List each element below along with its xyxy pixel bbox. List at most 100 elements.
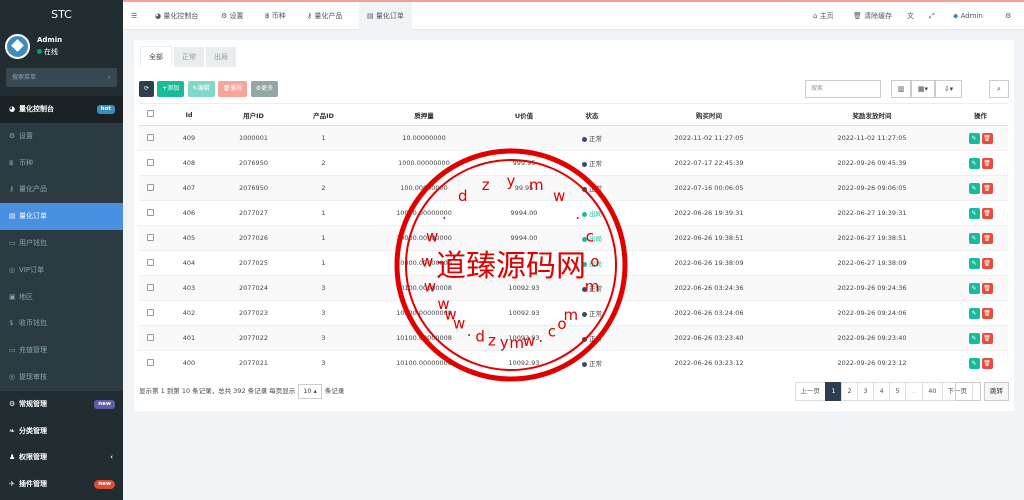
- delete-row-button[interactable]: 🗑: [981, 282, 993, 294]
- table-row[interactable]: 408 2076950 2 1000.00000000 999.95 正常 2022-07-…: [139, 150, 1008, 176]
- prev-page-button[interactable]: 上一页: [794, 382, 827, 401]
- export-icon[interactable]: ⇩▾: [935, 80, 962, 98]
- column-header[interactable]: U价值: [491, 103, 557, 126]
- sidebar-item[interactable]: ⚙ 常规管理 new: [0, 391, 123, 418]
- language-icon[interactable]: 文: [907, 2, 914, 30]
- sidebar-item[interactable]: ⚙ 设置: [0, 122, 123, 150]
- table-row[interactable]: 401 2077022 3 10100.00000008 10092.93 正常 2022-…: [139, 325, 1008, 351]
- edit-row-button[interactable]: ✎: [968, 357, 980, 369]
- tab-products[interactable]: ⚷ 量化产品: [307, 2, 342, 30]
- table-row[interactable]: 400 2077021 3 10100.00000008 10092.93 正常 2022-…: [139, 350, 1008, 376]
- page-button[interactable]: 5: [889, 382, 907, 401]
- sidebar-item[interactable]: ✈ 插件管理 new: [0, 471, 123, 498]
- tab-dashboard[interactable]: ◕ 量化控制台: [155, 2, 198, 30]
- sidebar-item[interactable]: ฿ 币种: [0, 149, 123, 177]
- sidebar-item[interactable]: ▤ 量化订单: [0, 203, 123, 230]
- sidebar-item[interactable]: ⚷ 量化产品: [0, 176, 123, 204]
- page-jump-input[interactable]: [955, 382, 981, 401]
- edit-row-button[interactable]: ✎: [968, 182, 980, 194]
- edit-button[interactable]: ✎编辑: [187, 81, 215, 97]
- delete-row-button[interactable]: 🗑: [981, 207, 993, 219]
- table-row[interactable]: 409 1000001 1 10.00000000 正常 2022-11-02 11:27…: [139, 125, 1008, 151]
- table-row[interactable]: 405 2077026 1 10000.00000000 9994.00 出局 2022-0…: [139, 225, 1008, 251]
- delete-row-button[interactable]: 🗑: [981, 307, 993, 319]
- select-all-checkbox[interactable]: [146, 110, 154, 117]
- page-jump-button[interactable]: 跳转: [984, 382, 1009, 401]
- row-checkbox[interactable]: [146, 133, 154, 141]
- column-header[interactable]: 产品ID: [290, 103, 357, 126]
- column-header[interactable]: 购买时间: [627, 103, 791, 126]
- search-icon[interactable]: ⌕: [989, 80, 1009, 98]
- settings-cogs-icon[interactable]: ⚙: [1005, 2, 1011, 30]
- tab-all[interactable]: 全部: [140, 46, 172, 66]
- edit-row-button[interactable]: ✎: [968, 257, 980, 269]
- row-checkbox[interactable]: [146, 333, 154, 341]
- page-size-select[interactable]: 10 ▴: [298, 384, 322, 399]
- brand-logo[interactable]: STC: [0, 0, 123, 30]
- edit-row-button[interactable]: ✎: [968, 207, 980, 219]
- table-row[interactable]: 406 2077027 1 10000.00000000 9994.00 出局 2022-0…: [139, 200, 1008, 226]
- page-button[interactable]: 40: [922, 382, 943, 401]
- tab-settings[interactable]: ⚙ 设置: [221, 2, 244, 30]
- sidebar-item[interactable]: ▭ 用户钱包: [0, 229, 123, 257]
- row-checkbox[interactable]: [146, 258, 154, 266]
- page-button[interactable]: 3: [857, 382, 875, 401]
- column-header[interactable]: 操作: [953, 103, 1008, 126]
- home-link[interactable]: ⌂ 主页: [813, 2, 834, 30]
- table-row[interactable]: 407 2076950 2 100.00000000 99.95 正常 2022-07-16…: [139, 175, 1008, 201]
- sidebar-item[interactable]: $ 收币钱包: [0, 310, 123, 338]
- sidebar-item[interactable]: ▭ 充值管理: [0, 337, 123, 364]
- table-row[interactable]: 404 2077025 1 10000.00000000 出局 2022-06-26 19…: [139, 250, 1008, 276]
- row-checkbox[interactable]: [146, 208, 154, 216]
- card-view-icon[interactable]: ▥: [891, 80, 911, 98]
- fullscreen-icon[interactable]: ⤢: [929, 2, 935, 30]
- column-header[interactable]: Id: [161, 103, 217, 126]
- sidebar-item[interactable]: ◎ VIP订单: [0, 256, 123, 284]
- sidebar-item[interactable]: ♟ 权限管理 ‹: [0, 444, 123, 471]
- table-row[interactable]: 402 2077023 3 10100.00000008 10092.93 正常 2022-…: [139, 300, 1008, 326]
- column-header[interactable]: 用户ID: [217, 103, 290, 126]
- sidebar-item[interactable]: ❧ 分类管理: [0, 418, 123, 445]
- page-button[interactable]: ...: [905, 382, 924, 401]
- edit-row-button[interactable]: ✎: [968, 307, 980, 319]
- page-button[interactable]: 1: [825, 382, 843, 401]
- tab-coins[interactable]: ฿ 币种: [265, 2, 286, 30]
- admin-menu[interactable]: ◆ Admin: [953, 2, 983, 30]
- delete-row-button[interactable]: 🗑: [981, 357, 993, 369]
- column-header[interactable]: 质押量: [357, 103, 491, 126]
- column-header[interactable]: 状态: [557, 103, 627, 126]
- row-checkbox[interactable]: [146, 283, 154, 291]
- sidebar-item[interactable]: ◕ 量化控制台 hot: [0, 96, 123, 123]
- delete-row-button[interactable]: 🗑: [981, 332, 993, 344]
- edit-row-button[interactable]: ✎: [968, 232, 980, 244]
- columns-icon[interactable]: ▦▾: [911, 80, 935, 98]
- tab-normal[interactable]: 正常: [174, 47, 204, 67]
- delete-row-button[interactable]: 🗑: [981, 232, 993, 244]
- table-row[interactable]: 403 2077024 3 10100.00000008 10092.93 正常 2022-…: [139, 275, 1008, 301]
- delete-row-button[interactable]: 🗑: [981, 157, 993, 169]
- sidebar-item[interactable]: ◎ 提现审核: [0, 363, 123, 391]
- delete-row-button[interactable]: 🗑: [981, 257, 993, 269]
- row-checkbox[interactable]: [146, 308, 154, 316]
- more-button[interactable]: ⚙更多: [250, 81, 279, 97]
- tab-orders[interactable]: ▤ 量化订单: [359, 2, 412, 30]
- row-checkbox[interactable]: [146, 233, 154, 241]
- add-button[interactable]: +添加: [157, 81, 185, 97]
- column-header[interactable]: 奖励发放时间: [791, 103, 953, 126]
- page-button[interactable]: 4: [873, 382, 891, 401]
- clear-cache-button[interactable]: 🗑 清除缓存: [853, 2, 892, 30]
- refresh-button[interactable]: ⟳: [139, 81, 155, 97]
- table-search-input[interactable]: 搜索: [805, 80, 881, 98]
- edit-row-button[interactable]: ✎: [968, 157, 980, 169]
- row-checkbox[interactable]: [146, 358, 154, 366]
- sidebar-search-input[interactable]: 搜索菜单 ⌕: [6, 68, 117, 87]
- sidebar-item[interactable]: ▣ 地区: [0, 283, 123, 311]
- sidebar-toggle-icon[interactable]: ☰: [131, 2, 137, 30]
- delete-button[interactable]: 🗑删除: [217, 81, 248, 97]
- edit-row-button[interactable]: ✎: [968, 332, 980, 344]
- row-checkbox[interactable]: [146, 183, 154, 191]
- delete-row-button[interactable]: 🗑: [981, 132, 993, 144]
- row-checkbox[interactable]: [146, 158, 154, 166]
- edit-row-button[interactable]: ✎: [968, 132, 980, 144]
- page-button[interactable]: 2: [841, 382, 859, 401]
